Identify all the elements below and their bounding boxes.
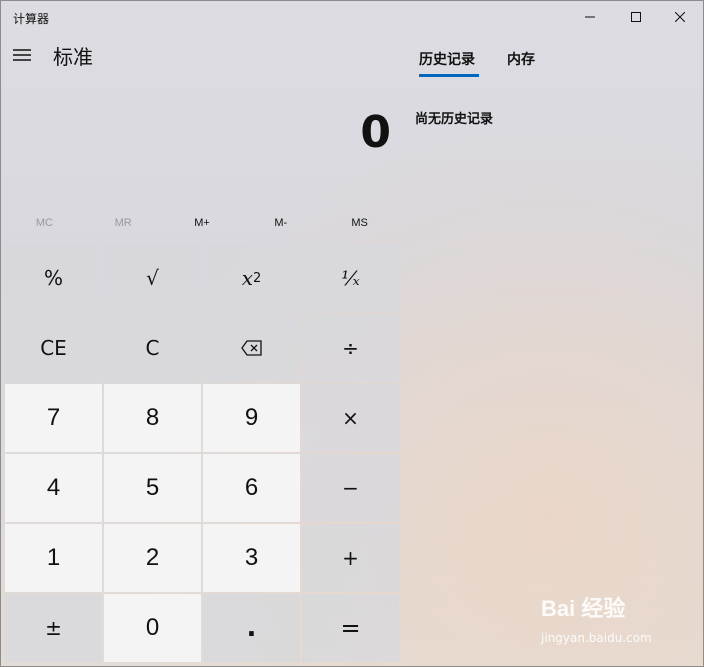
add-button[interactable]: + [302,524,399,592]
app-title: 计算器 [13,12,50,26]
minimize-icon [585,16,595,18]
memory-row: MC MR M+ M- MS [5,209,399,237]
result-display: 0 [360,107,391,158]
watermark-brand: Bai 经验 [541,596,626,621]
reciprocal-button[interactable]: ¹⁄ₓ [302,244,399,312]
square-base-label: x [241,266,253,290]
square-button[interactable]: x2 [203,244,300,312]
digit-9-button[interactable]: 9 [203,384,300,452]
tab-memory[interactable]: 内存 [507,49,535,77]
digit-6-button[interactable]: 6 [203,454,300,522]
memory-clear-button[interactable]: MC [5,209,84,237]
negate-button[interactable]: ± [5,594,102,662]
digit-2-button[interactable]: 2 [104,524,201,592]
digit-7-button[interactable]: 7 [5,384,102,452]
close-icon [675,12,685,22]
title-bar: 计算器 [1,1,703,33]
clear-button[interactable]: C [104,314,201,382]
maximize-button[interactable] [613,1,659,33]
equals-button[interactable]: = [302,594,399,662]
calculator-window: 计算器 标准 0 MC MR M+ M- MS % √ x2 ¹⁄ₓ CE C … [0,0,704,667]
side-panel-tabs: 历史记录 内存 [419,49,535,77]
backspace-button[interactable] [203,314,300,382]
hamburger-icon [13,49,31,61]
digit-3-button[interactable]: 3 [203,524,300,592]
divide-button[interactable]: ÷ [302,314,399,382]
keypad: % √ x2 ¹⁄ₓ CE C ÷ 7 8 9 × 4 5 6 − 1 2 3 … [5,244,400,665]
digit-1-button[interactable]: 1 [5,524,102,592]
square-root-button[interactable]: √ [104,244,201,312]
watermark: Bai 经验 jingyan.baidu.com [541,591,691,661]
clear-entry-button[interactable]: CE [5,314,102,382]
digit-5-button[interactable]: 5 [104,454,201,522]
mode-title: 标准 [53,45,93,69]
maximize-icon [631,12,641,22]
decimal-button[interactable]: . [203,594,300,662]
memory-recall-button[interactable]: MR [84,209,163,237]
memory-add-button[interactable]: M+ [163,209,242,237]
memory-store-button[interactable]: MS [320,209,399,237]
multiply-button[interactable]: × [302,384,399,452]
history-empty-message: 尚无历史记录 [415,112,494,127]
memory-subtract-button[interactable]: M- [241,209,320,237]
percent-button[interactable]: % [5,244,102,312]
navigation-menu-button[interactable] [11,45,33,65]
square-exponent-label: 2 [253,270,262,286]
backspace-icon [240,340,262,356]
reciprocal-label: ¹⁄ₓ [341,266,360,290]
minimize-button[interactable] [567,1,613,33]
watermark-url: jingyan.baidu.com [541,631,652,645]
digit-4-button[interactable]: 4 [5,454,102,522]
close-button[interactable] [657,1,703,33]
tab-history[interactable]: 历史记录 [419,49,479,77]
subtract-button[interactable]: − [302,454,399,522]
digit-0-button[interactable]: 0 [104,594,201,662]
digit-8-button[interactable]: 8 [104,384,201,452]
